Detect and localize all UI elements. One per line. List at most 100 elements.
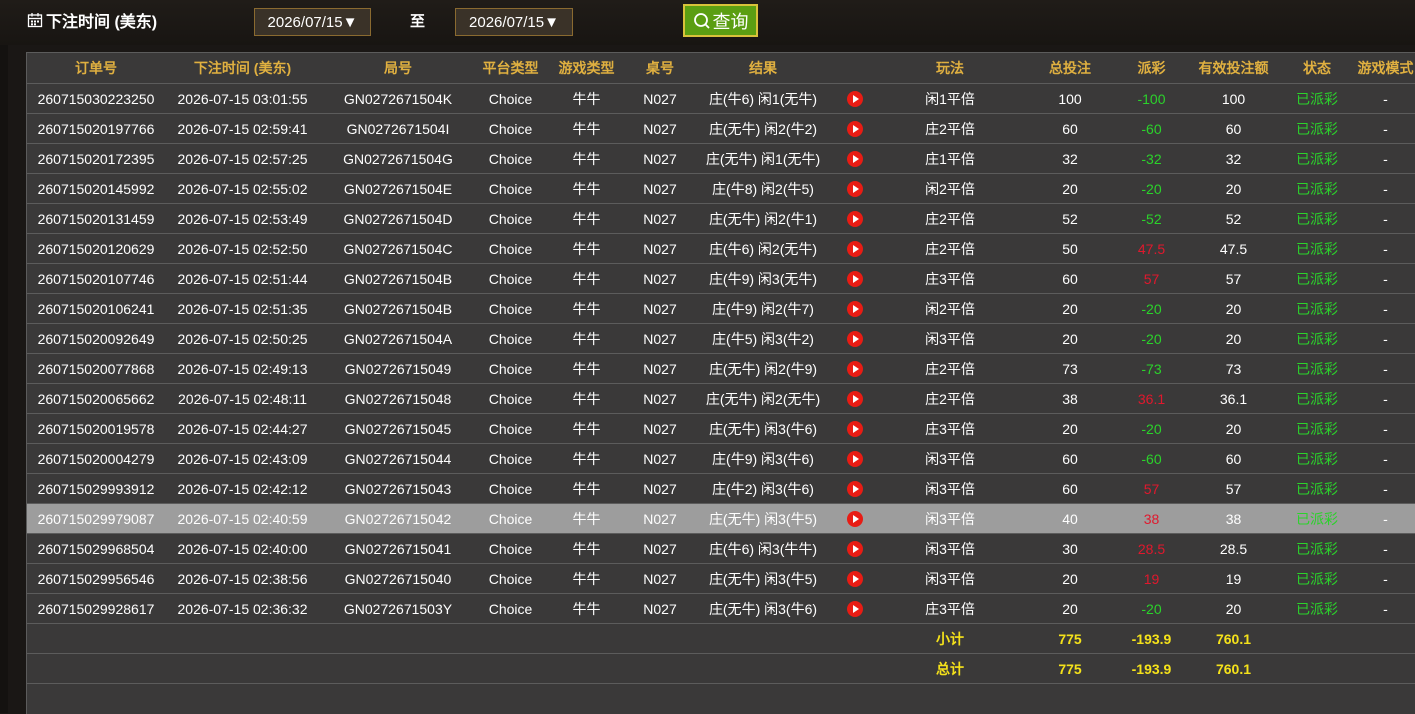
replay-cell[interactable]	[834, 143, 875, 174]
table-row[interactable]: 260715020145992 2026-07-15 02:55:02 GN0272…	[27, 173, 1415, 204]
table-no-cell: N027	[628, 563, 692, 594]
subtotal-payout: -193.9	[1115, 623, 1188, 654]
table-row[interactable]: 260715020092649 2026-07-15 02:50:25 GN0272…	[27, 323, 1415, 354]
replay-cell[interactable]	[834, 293, 875, 324]
play-replay-icon[interactable]	[846, 181, 863, 198]
replay-cell[interactable]	[834, 593, 875, 624]
play-replay-icon[interactable]	[846, 361, 863, 378]
subtotal-label: 小计	[875, 623, 1025, 654]
table-row[interactable]: 260715020019578 2026-07-15 02:44:27 GN0272…	[27, 413, 1415, 444]
replay-cell[interactable]	[834, 173, 875, 204]
total-bet-cell: 60	[1025, 113, 1115, 144]
query-button[interactable]: 查询	[683, 4, 758, 37]
table-row[interactable]: 260715029979087 2026-07-15 02:40:59 GN0272…	[27, 503, 1415, 534]
table-row[interactable]: 260715020197766 2026-07-15 02:59:41 GN0272…	[27, 113, 1415, 144]
replay-cell[interactable]	[834, 233, 875, 264]
game-type-cell: 牛牛	[545, 413, 628, 444]
col-round: 局号	[320, 53, 476, 84]
result-cell: 庄(牛2) 闲3(牛6)	[692, 473, 834, 504]
table-row[interactable]: 260715020172395 2026-07-15 02:57:25 GN0272…	[27, 143, 1415, 174]
subtotal-row: 小计 775 -193.9 760.1	[27, 623, 1415, 654]
platform-cell: Choice	[476, 383, 545, 414]
total-bet: 775	[1025, 653, 1115, 684]
play-replay-icon[interactable]	[846, 541, 863, 558]
play-replay-icon[interactable]	[846, 301, 863, 318]
bet-time-cell: 2026-07-15 02:43:09	[165, 443, 320, 474]
play-replay-icon[interactable]	[846, 571, 863, 588]
valid-bet-cell: 60	[1188, 443, 1279, 474]
replay-cell[interactable]	[834, 353, 875, 384]
play-type-cell: 闲2平倍	[875, 173, 1025, 204]
table-row[interactable]: 260715020107746 2026-07-15 02:51:44 GN0272…	[27, 263, 1415, 294]
replay-cell[interactable]	[834, 203, 875, 234]
game-mode-cell: -	[1355, 473, 1415, 504]
play-replay-icon[interactable]	[846, 451, 863, 468]
table-row[interactable]: 260715020004279 2026-07-15 02:43:09 GN0272…	[27, 443, 1415, 474]
replay-cell[interactable]	[834, 563, 875, 594]
status-cell: 已派彩	[1279, 563, 1355, 594]
play-replay-icon[interactable]	[846, 421, 863, 438]
bet-records-panel: 订单号 下注时间 (美东) 局号 平台类型 游戏类型 桌号 结果 玩法 总投注 …	[26, 52, 1415, 714]
game-type-cell: 牛牛	[545, 113, 628, 144]
total-bet-cell: 60	[1025, 473, 1115, 504]
total-bet-cell: 40	[1025, 503, 1115, 534]
order-id-cell: 260715020120629	[27, 233, 165, 264]
table-row[interactable]: 260715030223250 2026-07-15 03:01:55 GN0272…	[27, 83, 1415, 114]
play-replay-icon[interactable]	[846, 511, 863, 528]
round-id-cell: GN0272671504G	[320, 143, 476, 174]
result-cell: 庄(无牛) 闲2(牛1)	[692, 203, 834, 234]
table-no-cell: N027	[628, 83, 692, 114]
date-from-picker[interactable]: 2026/07/15▼	[254, 8, 371, 36]
total-bet-cell: 60	[1025, 263, 1115, 294]
replay-cell[interactable]	[834, 263, 875, 294]
replay-cell[interactable]	[834, 503, 875, 534]
round-id-cell: GN02726715049	[320, 353, 476, 384]
status-cell: 已派彩	[1279, 113, 1355, 144]
total-bet-cell: 20	[1025, 563, 1115, 594]
table-row[interactable]: 260715020131459 2026-07-15 02:53:49 GN0272…	[27, 203, 1415, 234]
replay-cell[interactable]	[834, 443, 875, 474]
table-row[interactable]: 260715020077868 2026-07-15 02:49:13 GN0272…	[27, 353, 1415, 384]
replay-cell[interactable]	[834, 473, 875, 504]
play-type-cell: 闲3平倍	[875, 503, 1025, 534]
replay-cell[interactable]	[834, 323, 875, 354]
replay-cell[interactable]	[834, 383, 875, 414]
game-mode-cell: -	[1355, 203, 1415, 234]
play-replay-icon[interactable]	[846, 271, 863, 288]
play-replay-icon[interactable]	[846, 241, 863, 258]
table-row[interactable]: 260715029968504 2026-07-15 02:40:00 GN0272…	[27, 533, 1415, 564]
game-type-cell: 牛牛	[545, 443, 628, 474]
play-replay-icon[interactable]	[846, 121, 863, 138]
replay-cell[interactable]	[834, 533, 875, 564]
table-row[interactable]: 260715020106241 2026-07-15 02:51:35 GN0272…	[27, 293, 1415, 324]
valid-bet-cell: 28.5	[1188, 533, 1279, 564]
play-replay-icon[interactable]	[846, 601, 863, 618]
status-cell: 已派彩	[1279, 533, 1355, 564]
total-bet-cell: 20	[1025, 293, 1115, 324]
play-replay-icon[interactable]	[846, 481, 863, 498]
filter-label-text: 下注时间 (美东)	[46, 14, 158, 31]
date-to-picker[interactable]: 2026/07/15▼	[455, 8, 573, 36]
replay-cell[interactable]	[834, 83, 875, 114]
table-row[interactable]: 260715029956546 2026-07-15 02:38:56 GN0272…	[27, 563, 1415, 594]
table-no-cell: N027	[628, 593, 692, 624]
play-replay-icon[interactable]	[846, 211, 863, 228]
play-replay-icon[interactable]	[846, 91, 863, 108]
table-row[interactable]: 260715029993912 2026-07-15 02:42:12 GN0272…	[27, 473, 1415, 504]
replay-cell[interactable]	[834, 413, 875, 444]
col-platform: 平台类型	[476, 53, 545, 84]
table-row[interactable]: 260715020120629 2026-07-15 02:52:50 GN0272…	[27, 233, 1415, 264]
table-row[interactable]: 260715020065662 2026-07-15 02:48:11 GN0272…	[27, 383, 1415, 414]
table-row[interactable]: 260715029928617 2026-07-15 02:36:32 GN0272…	[27, 593, 1415, 624]
round-id-cell: GN0272671504A	[320, 323, 476, 354]
play-replay-icon[interactable]	[846, 331, 863, 348]
total-bet-cell: 50	[1025, 233, 1115, 264]
game-mode-cell: -	[1355, 353, 1415, 384]
replay-cell[interactable]	[834, 113, 875, 144]
play-replay-icon[interactable]	[846, 151, 863, 168]
payout-cell: 57	[1115, 473, 1188, 504]
platform-cell: Choice	[476, 113, 545, 144]
payout-cell: 38	[1115, 503, 1188, 534]
round-id-cell: GN0272671504C	[320, 233, 476, 264]
play-replay-icon[interactable]	[846, 391, 863, 408]
